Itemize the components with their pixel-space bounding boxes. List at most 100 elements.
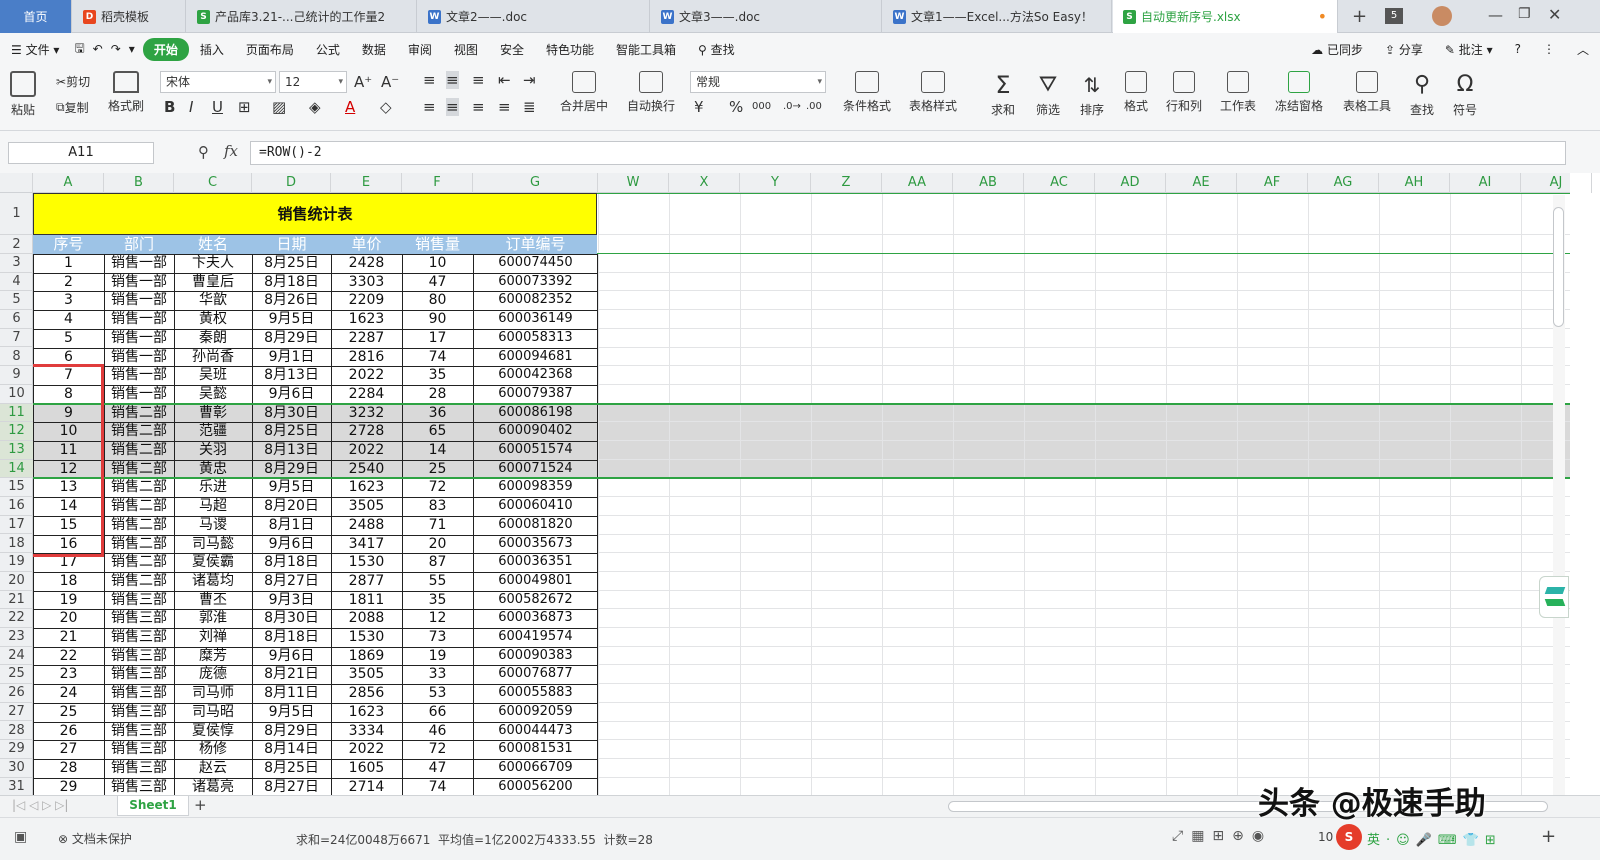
column-header[interactable]: Z [811, 173, 882, 193]
justify-icon[interactable]: ≡ [498, 98, 511, 116]
column-header[interactable]: A [33, 173, 104, 193]
table-cell[interactable]: 600074450 [473, 254, 598, 273]
table-cell[interactable]: 55 [402, 572, 473, 591]
table-cell[interactable]: 3 [33, 291, 104, 310]
column-header[interactable]: AE [1166, 173, 1237, 193]
table-cell[interactable]: 黄权 [174, 310, 252, 329]
zoom-in-icon[interactable]: + [1541, 826, 1556, 847]
table-cell[interactable]: 销售一部 [104, 348, 174, 367]
menu-smart-tools[interactable]: 智能工具箱 [605, 41, 687, 58]
table-cell[interactable]: 销售一部 [104, 254, 174, 273]
table-cell[interactable]: 5 [33, 329, 104, 348]
format-painter-button[interactable]: 格式刷 [108, 71, 144, 114]
table-cell[interactable]: 74 [402, 778, 473, 795]
table-cell[interactable]: 赵云 [174, 759, 252, 778]
table-cell[interactable]: 8月29日 [252, 722, 331, 741]
table-cell[interactable]: 曹丕 [174, 591, 252, 610]
table-cell[interactable]: 20 [402, 535, 473, 554]
row-header[interactable]: 31 [0, 778, 33, 797]
table-cell[interactable]: 2428 [331, 254, 402, 273]
indent-decrease-icon[interactable]: ⇤ [498, 71, 511, 89]
ime-toolbar-icons[interactable]: 英·☺🎤⌨👕⊞ [1367, 829, 1502, 848]
table-cell[interactable]: 8月25日 [252, 254, 331, 273]
table-cell[interactable]: 8月13日 [252, 366, 331, 385]
table-cell[interactable]: 14 [402, 441, 473, 460]
row-header[interactable]: 16 [0, 497, 33, 516]
symbol-button[interactable]: Ω 符号 [1453, 71, 1477, 118]
table-cell[interactable]: 诸葛亮 [174, 778, 252, 795]
cut-button[interactable]: ✂ 剪切 [56, 73, 90, 90]
row-header[interactable]: 10 [0, 385, 33, 404]
table-cell[interactable]: 郭淮 [174, 609, 252, 628]
copy-button[interactable]: ⧉ 复制 [56, 99, 89, 116]
table-cell[interactable]: 8月1日 [252, 516, 331, 535]
table-cell[interactable]: 600090383 [473, 647, 598, 666]
table-tools-button[interactable]: 表格工具 [1343, 71, 1391, 114]
table-cell[interactable]: 9月1日 [252, 348, 331, 367]
table-cell[interactable]: 9月5日 [252, 310, 331, 329]
table-cell[interactable]: 600036351 [473, 553, 598, 572]
table-cell[interactable]: 3334 [331, 722, 402, 741]
table-cell[interactable]: 销售二部 [104, 404, 174, 423]
shrink-font-icon[interactable]: A⁻ [381, 73, 399, 91]
table-cell[interactable]: 3505 [331, 497, 402, 516]
table-cell[interactable]: 2284 [331, 385, 402, 404]
table-cell[interactable]: 8月18日 [252, 553, 331, 572]
underline-icon[interactable]: U [212, 98, 223, 116]
table-cell[interactable]: 2088 [331, 609, 402, 628]
table-cell[interactable]: 600073392 [473, 273, 598, 292]
header-cell[interactable]: 日期 [252, 235, 331, 254]
table-cell[interactable]: 2287 [331, 329, 402, 348]
column-header[interactable]: AD [1095, 173, 1166, 193]
formula-input[interactable]: =ROW()-2 [250, 141, 1566, 165]
fill-color-icon[interactable]: ◈ [309, 98, 321, 116]
font-color-icon[interactable]: A [345, 98, 355, 116]
table-cell[interactable]: 1530 [331, 628, 402, 647]
currency-icon[interactable]: ¥ [694, 98, 704, 116]
menu-insert[interactable]: 插入 [189, 41, 235, 58]
table-cell[interactable]: 夏侯惇 [174, 722, 252, 741]
table-cell[interactable]: 80 [402, 291, 473, 310]
table-cell[interactable]: 19 [402, 647, 473, 666]
table-cell[interactable]: 600081820 [473, 516, 598, 535]
table-cell[interactable]: 2714 [331, 778, 402, 795]
paste-button[interactable]: 粘贴 [10, 71, 36, 118]
table-cell[interactable]: 卞夫人 [174, 254, 252, 273]
fx-icon[interactable]: fx [224, 142, 238, 160]
table-cell[interactable]: 2728 [331, 422, 402, 441]
table-cell[interactable]: 司马懿 [174, 535, 252, 554]
table-cell[interactable]: 2 [33, 273, 104, 292]
number-format-select[interactable]: 常规 [690, 71, 826, 93]
input-method-icon[interactable]: S [1336, 824, 1362, 850]
row-header[interactable]: 25 [0, 665, 33, 685]
column-header[interactable]: X [669, 173, 740, 193]
table-cell[interactable]: 600058313 [473, 329, 598, 348]
table-cell[interactable]: 83 [402, 497, 473, 516]
table-cell[interactable]: 600060410 [473, 497, 598, 516]
table-cell[interactable]: 600079387 [473, 385, 598, 404]
table-cell[interactable]: 3505 [331, 665, 402, 684]
table-cell[interactable]: 2877 [331, 572, 402, 591]
table-cell[interactable]: 华歆 [174, 291, 252, 310]
column-header[interactable]: W [598, 173, 669, 193]
table-cell[interactable]: 27 [33, 740, 104, 759]
table-cell[interactable]: 600081531 [473, 740, 598, 759]
row-header[interactable]: 18 [0, 535, 33, 554]
wrap-text-button[interactable]: 自动换行 [627, 71, 675, 114]
table-cell[interactable]: 2022 [331, 366, 402, 385]
header-cell[interactable]: 姓名 [174, 235, 252, 254]
table-cell[interactable]: 庞德 [174, 665, 252, 684]
table-cell[interactable]: 8月27日 [252, 572, 331, 591]
table-cell[interactable]: 33 [402, 665, 473, 684]
row-header[interactable]: 20 [0, 572, 33, 591]
table-cell[interactable]: 销售三部 [104, 591, 174, 610]
indent-increase-icon[interactable]: ⇥ [523, 71, 536, 89]
table-cell[interactable]: 马超 [174, 497, 252, 516]
table-cell[interactable]: 销售二部 [104, 441, 174, 460]
cell-style-icon[interactable]: ▨ [272, 98, 286, 116]
column-header[interactable]: AC [1024, 173, 1095, 193]
row-header[interactable]: 29 [0, 740, 33, 759]
table-cell[interactable]: 600094681 [473, 348, 598, 367]
table-cell[interactable]: 600036873 [473, 609, 598, 628]
header-cell[interactable]: 部门 [104, 235, 174, 254]
